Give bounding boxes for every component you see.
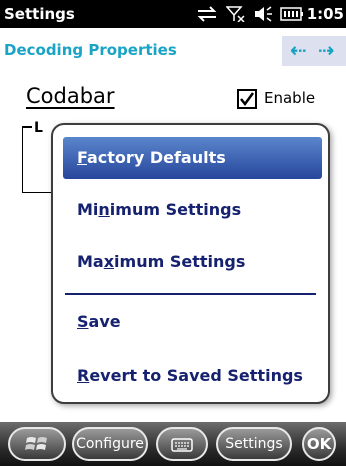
battery-icon[interactable] (280, 6, 304, 22)
menu-item-maximum-settings[interactable]: Maximum Settings (63, 241, 322, 283)
right-arrow-icon[interactable]: ⇢ (318, 38, 335, 62)
status-bar-title: Settings (4, 5, 75, 23)
accel-key: x (103, 252, 115, 271)
menu-item-label: ave (88, 312, 121, 331)
taskbar: Configure Settings OK (0, 422, 346, 466)
menu-item-label: evert to Saved Settings (89, 366, 303, 385)
no-signal-icon[interactable] (226, 6, 246, 22)
accel-key: n (98, 200, 110, 219)
accel-key: F (77, 148, 87, 167)
page-title: Decoding Properties (4, 41, 177, 59)
symbology-title: Codabar (26, 84, 115, 108)
clock[interactable]: 1:05 (307, 5, 344, 23)
menu-item-label: imum Settings (114, 252, 246, 271)
menu-item-factory-defaults[interactable]: Factory Defaults (63, 137, 322, 179)
menu-item-label: imum Settings (109, 200, 242, 219)
ok-button[interactable]: OK (302, 427, 336, 461)
menu-separator (65, 293, 316, 295)
menu-item-minimum-settings[interactable]: Minimum Settings (63, 189, 322, 231)
nav-arrows: ⇠ ⇢ (282, 36, 346, 66)
connectivity-icon[interactable] (196, 6, 218, 22)
start-button[interactable] (8, 427, 66, 461)
configure-button[interactable]: Configure (72, 427, 148, 461)
left-arrow-icon[interactable]: ⇠ (290, 38, 307, 62)
status-bar: Settings 1:05 (0, 0, 346, 28)
enable-checkbox[interactable] (237, 89, 257, 109)
accel-key: R (77, 366, 90, 385)
keyboard-icon (171, 438, 193, 452)
menu-item-label-prefix: Mi (77, 200, 99, 219)
menu-item-label-prefix: Ma (77, 252, 104, 271)
checkmark-icon (240, 92, 255, 107)
windows-start-icon (25, 437, 47, 450)
menu-item-revert-to-saved-settings[interactable]: Revert to Saved Settings (63, 355, 322, 397)
menu-item-save[interactable]: Save (63, 301, 322, 343)
page-header: Decoding Properties ⇠ ⇢ (0, 28, 346, 74)
speaker-icon[interactable] (254, 6, 274, 22)
menu-item-label: actory Defaults (87, 148, 226, 167)
context-menu: Factory Defaults Minimum Settings Maximu… (51, 123, 330, 404)
keyboard-button[interactable] (156, 427, 208, 461)
settings-button[interactable]: Settings (216, 427, 292, 461)
enable-label: Enable (264, 89, 316, 107)
accel-key: S (77, 312, 89, 331)
